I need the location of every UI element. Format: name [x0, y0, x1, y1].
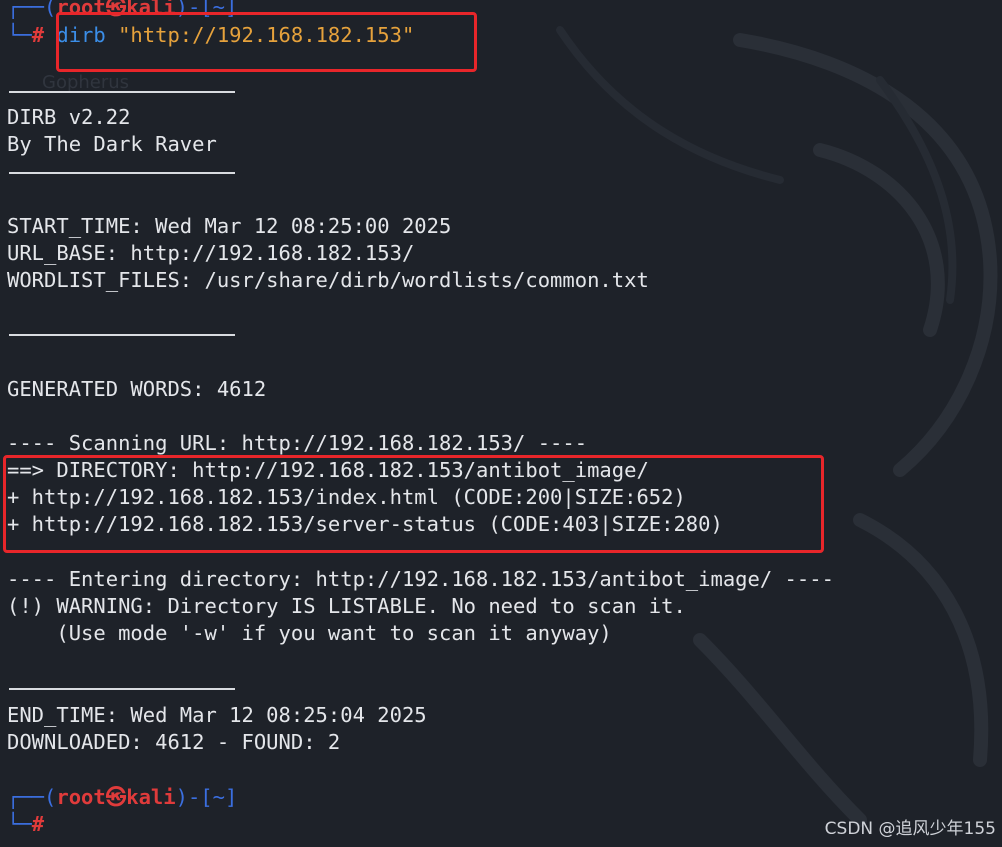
scanning-url: ---- Scanning URL: http://192.168.182.15…	[7, 431, 588, 455]
prompt-frame-right: )-[~]	[175, 785, 238, 809]
divider	[9, 688, 235, 690]
background-ghost-text: Gopherus	[42, 72, 130, 93]
end-time: END_TIME: Wed Mar 12 08:25:04 2025	[7, 703, 427, 727]
divider	[9, 91, 235, 93]
entering-directory: ---- Entering directory: http://192.168.…	[7, 567, 834, 591]
wordlist-files: WORDLIST_FILES: /usr/share/dirb/wordlist…	[7, 268, 649, 292]
url-base: URL_BASE: http://192.168.182.153/	[7, 241, 415, 265]
highlight-box-results	[3, 455, 824, 553]
highlight-box-command	[56, 12, 477, 72]
generated-words: GENERATED WORDS: 4612	[7, 377, 267, 401]
start-time: START_TIME: Wed Mar 12 08:25:00 2025	[7, 214, 452, 238]
prompt-frame-left: ┌──(	[7, 785, 57, 809]
prompt-corner: └─	[7, 812, 32, 836]
divider	[9, 172, 235, 174]
prompt-symbol: #	[31, 23, 45, 47]
dirb-author: By The Dark Raver	[7, 132, 217, 156]
prompt-user: root㉿kali	[56, 785, 176, 809]
csdn-watermark: CSDN @追风少年155	[824, 819, 996, 839]
prompt-symbol: #	[31, 812, 45, 836]
warning-listable: (!) WARNING: Directory IS LISTABLE. No n…	[7, 594, 686, 618]
prompt-corner: └─	[7, 23, 32, 47]
dirb-version: DIRB v2.22	[7, 105, 131, 129]
downloaded-found: DOWNLOADED: 4612 - FOUND: 2	[7, 730, 341, 754]
input-line[interactable]: └─#	[7, 811, 44, 838]
divider	[9, 334, 235, 336]
prompt-line-bottom: ┌──(root㉿kali)-[~]	[7, 784, 237, 811]
warning-hint: (Use mode '-w' if you want to scan it an…	[7, 621, 612, 645]
prompt-frame-left: ┌──(	[7, 0, 57, 19]
